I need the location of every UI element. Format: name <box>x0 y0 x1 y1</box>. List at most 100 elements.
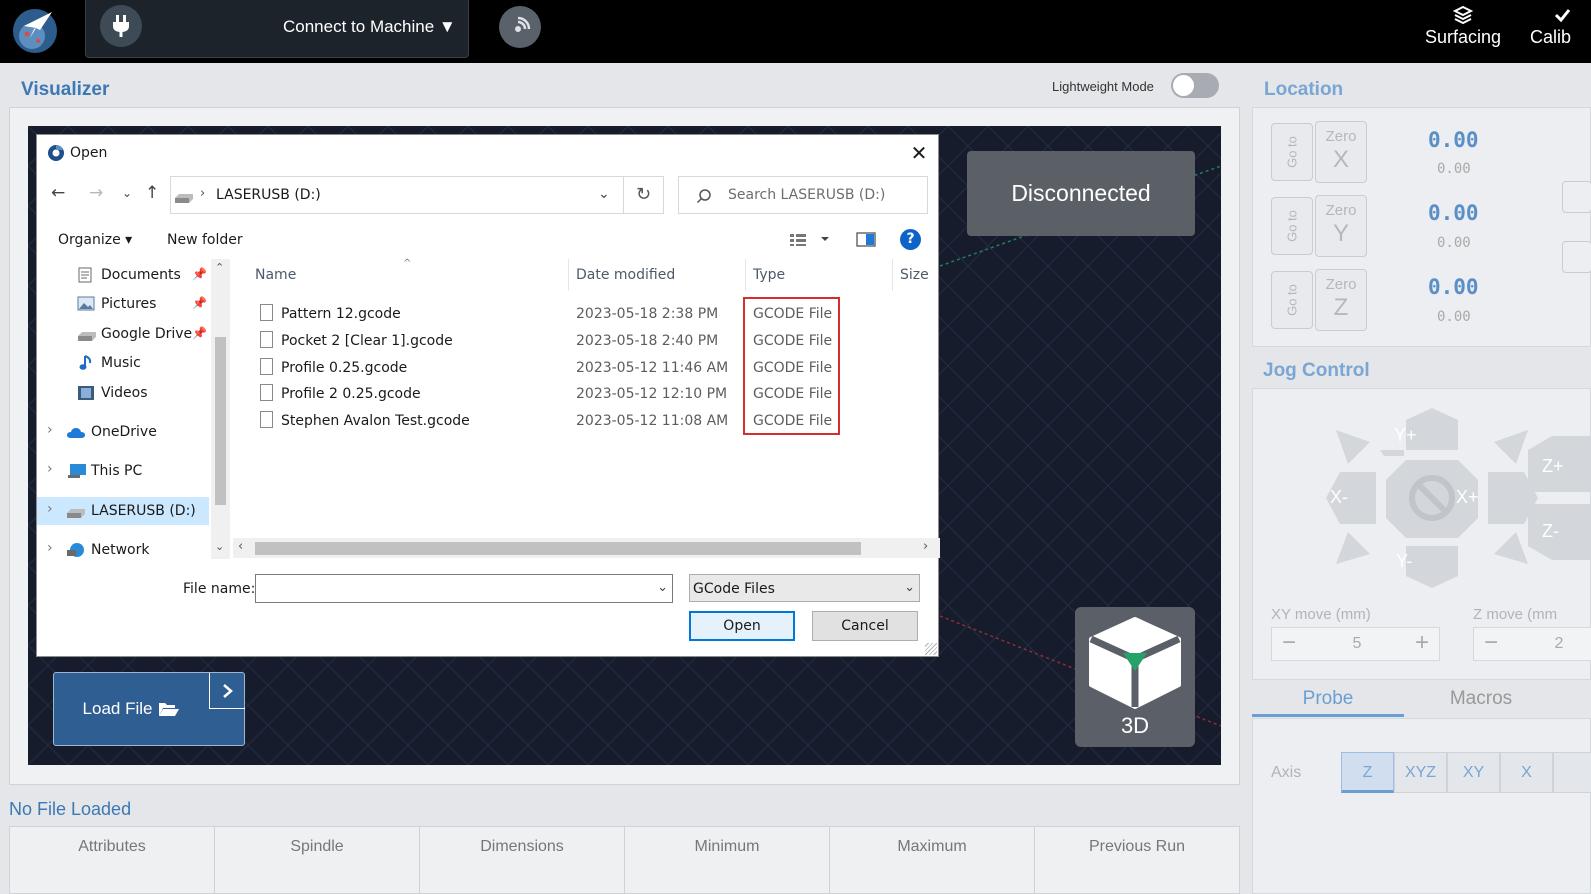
probe-axis-xy-button[interactable]: XY <box>1447 752 1500 793</box>
back-arrow-icon[interactable]: ← <box>51 183 65 203</box>
column-header-type[interactable]: Type <box>753 267 785 283</box>
cancel-button[interactable]: Cancel <box>812 611 918 641</box>
column-separator[interactable] <box>568 259 569 291</box>
load-file-more-button[interactable] <box>209 673 245 709</box>
file-date: 2023-05-12 12:10 PM <box>576 386 728 402</box>
horizontal-scrollbar-thumb[interactable] <box>255 542 861 555</box>
signal-icon[interactable] <box>499 6 541 48</box>
probe-axis-more-button[interactable] <box>1553 752 1591 793</box>
xy-increment-button[interactable]: + <box>1407 628 1437 660</box>
jog-diagonal-button[interactable] <box>1336 532 1370 564</box>
xy-move-value[interactable]: 5 <box>1312 635 1402 653</box>
connect-to-machine-dropdown[interactable]: Connect to Machine ▼ <box>283 17 456 37</box>
info-maximum: Maximum <box>830 827 1035 893</box>
column-header-name[interactable]: Name <box>255 267 296 283</box>
address-dropdown-icon[interactable]: ⌄ <box>598 186 610 202</box>
zero-x-button[interactable]: Zero X <box>1315 121 1367 183</box>
lightweight-mode-toggle[interactable] <box>1171 73 1219 98</box>
probe-panel <box>1252 718 1591 894</box>
jog-diagonal-button[interactable] <box>1494 532 1528 564</box>
help-icon[interactable]: ? <box>900 229 921 250</box>
probe-axis-z-button[interactable]: Z <box>1341 752 1394 793</box>
tab-probe[interactable]: Probe <box>1252 686 1404 717</box>
file-date: 2023-05-12 11:46 AM <box>576 360 729 376</box>
plug-icon[interactable] <box>100 5 142 47</box>
location-side-button[interactable] <box>1562 181 1591 213</box>
pin-icon: 📌 <box>192 267 207 281</box>
tree-item-pictures[interactable]: Pictures 📌 <box>37 290 209 318</box>
close-icon[interactable]: ✕ <box>906 141 932 167</box>
tree-item-google-drive[interactable]: Google Drive 📌 <box>37 320 209 348</box>
jog-diagonal-button[interactable] <box>1336 430 1370 464</box>
goto-x-button[interactable]: Go to <box>1271 123 1313 181</box>
column-header-size[interactable]: Size <box>900 267 929 283</box>
tree-scrollbar[interactable]: ⌃ ⌄ <box>211 259 230 559</box>
scroll-up-icon[interactable]: ⌃ <box>215 261 224 274</box>
toggle-knob <box>1173 75 1194 96</box>
info-previous-run: Previous Run <box>1088 838 1186 855</box>
z-work-coordinate: 0.00 <box>1428 275 1479 299</box>
xy-decrement-button[interactable]: − <box>1274 628 1304 660</box>
column-header-date-modified[interactable]: Date modified <box>576 267 675 283</box>
probe-axis-xyz-button[interactable]: XYZ <box>1394 752 1447 793</box>
column-separator[interactable] <box>745 259 746 291</box>
tree-item-music[interactable]: Music <box>37 349 209 377</box>
up-arrow-icon[interactable]: ↑ <box>145 183 159 203</box>
scroll-left-icon[interactable]: ‹ <box>238 539 243 554</box>
tree-item-network[interactable]: › Network <box>37 536 209 559</box>
y-work-coordinate: 0.00 <box>1428 201 1479 225</box>
preview-pane-icon[interactable] <box>856 232 876 251</box>
jog-z-minus-button[interactable] <box>1528 504 1591 560</box>
top-bar: Connect to Machine ▼ Surfacing Calib <box>0 0 1591 63</box>
file-type-select[interactable]: GCode Files ⌄ <box>689 574 920 602</box>
tree-item-laserusb[interactable]: › LASERUSB (D:) <box>37 497 209 525</box>
organize-menu[interactable]: Organize ▾ <box>58 232 132 248</box>
zero-z-button[interactable]: Zero Z <box>1315 269 1367 331</box>
file-icon <box>260 331 273 348</box>
chevron-down-icon[interactable]: ⌄ <box>657 580 668 595</box>
forward-arrow-icon[interactable]: → <box>89 183 103 203</box>
open-button[interactable]: Open <box>689 611 795 641</box>
column-separator[interactable] <box>892 259 893 291</box>
jog-y-minus-button[interactable] <box>1406 546 1458 588</box>
refresh-icon[interactable]: ↻ <box>624 176 664 214</box>
probe-axis-x-button[interactable]: X <box>1500 752 1553 793</box>
surfacing-tool-button[interactable]: Surfacing <box>1423 5 1503 48</box>
cube-icon <box>1089 617 1181 709</box>
goto-y-button[interactable]: Go to <box>1271 197 1313 255</box>
scroll-down-icon[interactable]: ⌄ <box>215 540 224 553</box>
tree-scrollbar-thumb[interactable] <box>215 337 226 505</box>
file-list-horizontal-scrollbar[interactable]: ‹ › <box>233 538 940 558</box>
zero-y-button[interactable]: Zero Y <box>1315 195 1367 257</box>
tab-macros[interactable]: Macros <box>1405 686 1557 717</box>
chevron-right-icon[interactable]: › <box>47 461 53 477</box>
tree-item-this-pc[interactable]: › This PC <box>37 457 209 485</box>
goto-z-button[interactable]: Go to <box>1271 271 1313 329</box>
file-name: Pattern 12.gcode <box>281 306 401 322</box>
resize-grip-icon[interactable] <box>925 643 937 655</box>
info-attributes: Attributes <box>10 827 215 893</box>
chevron-right-icon[interactable]: › <box>47 540 53 556</box>
location-side-button[interactable] <box>1562 241 1591 273</box>
search-input[interactable]: Search LASERUSB (D:) <box>678 176 928 214</box>
jog-diagonal-button[interactable] <box>1494 430 1528 464</box>
new-folder-button[interactable]: New folder <box>167 232 243 248</box>
drive-icon <box>78 332 96 341</box>
file-name-input[interactable]: ⌄ <box>255 574 673 603</box>
view-3d-button[interactable]: 3D <box>1075 607 1195 747</box>
calibrate-tool-button[interactable]: Calib <box>1530 5 1591 48</box>
load-file-button[interactable]: Load File <box>54 673 209 745</box>
z-move-value[interactable]: 2 <box>1544 635 1574 653</box>
recent-locations-chevron-icon[interactable]: ⌄ <box>122 186 132 200</box>
chevron-right-icon[interactable]: › <box>47 422 53 438</box>
tree-item-onedrive[interactable]: › OneDrive <box>37 418 209 446</box>
view-options-icon[interactable] <box>789 231 833 251</box>
tree-item-videos[interactable]: Videos <box>37 379 209 407</box>
chevron-right-icon[interactable]: › <box>47 501 53 517</box>
tree-item-documents[interactable]: Documents 📌 <box>37 261 209 289</box>
lightweight-mode-label: Lightweight Mode <box>1052 79 1154 94</box>
network-icon <box>67 543 84 557</box>
scroll-right-icon[interactable]: › <box>923 539 928 554</box>
address-bar[interactable]: › LASERUSB (D:) ⌄ <box>170 176 624 214</box>
z-decrement-button[interactable]: − <box>1476 628 1506 660</box>
